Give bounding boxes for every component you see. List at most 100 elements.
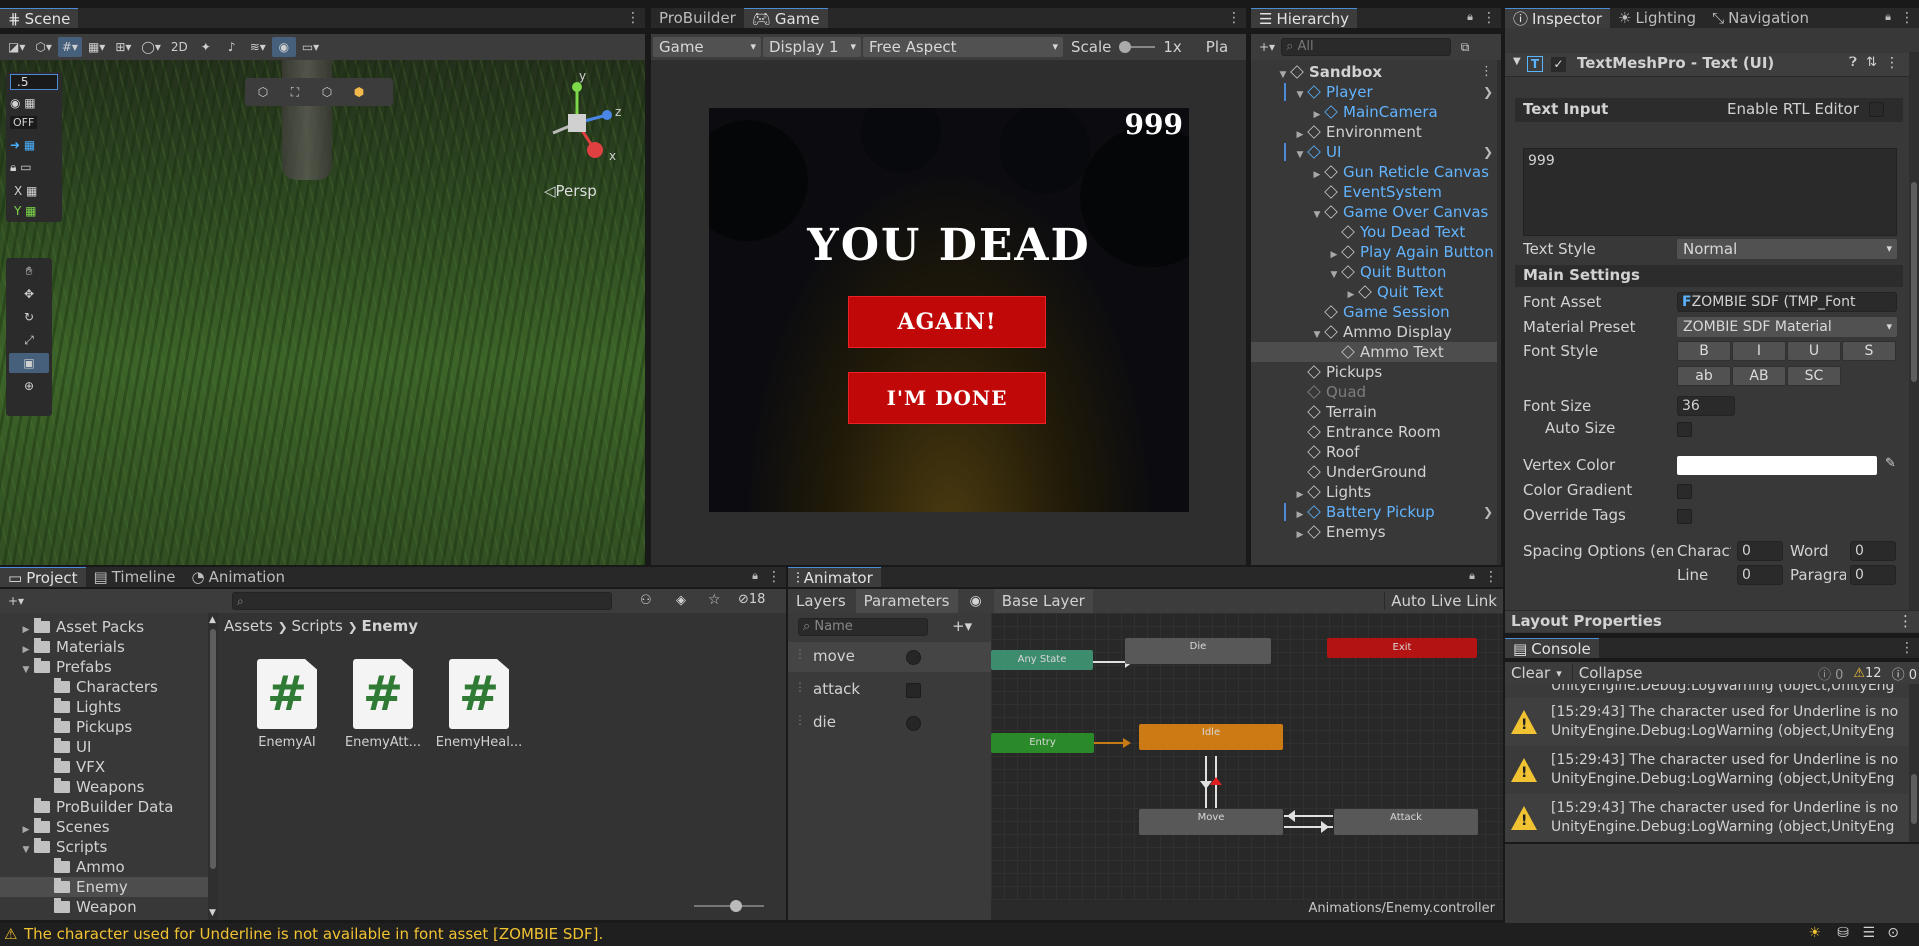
breadcrumb-scripts[interactable]: Scripts	[291, 617, 342, 635]
grid-toggle-button[interactable]: ▦▾	[84, 37, 109, 57]
drag-handle-icon[interactable]: ⋮	[794, 713, 806, 727]
rtl-editor-checkbox[interactable]	[1869, 102, 1884, 117]
aspect-dropdown[interactable]: Free Aspect	[863, 37, 1063, 57]
animator-parameter[interactable]: ⋮ die	[788, 708, 991, 738]
hierarchy-lock-icon[interactable]: 🔒︎	[1467, 10, 1473, 24]
animator-lock-icon[interactable]: 🔒︎	[1469, 569, 1475, 583]
hierarchy-item[interactable]: Game Session	[1251, 302, 1501, 322]
component-menu-icon[interactable]: ⋮	[1885, 55, 1899, 71]
trigger-checkbox[interactable]	[906, 683, 921, 698]
console-menu-icon[interactable]: ⋮	[1900, 640, 1914, 656]
face-mode-icon[interactable]: ⬢	[347, 82, 371, 102]
hierarchy-item[interactable]: Roof	[1251, 442, 1501, 462]
hand-tool-icon[interactable]: ✋︎	[9, 261, 49, 281]
breadcrumb-assets[interactable]: Assets	[224, 617, 273, 635]
icon-size-slider-thumb[interactable]	[730, 900, 742, 912]
move-snap-icon[interactable]: ➜ ▦	[10, 138, 35, 152]
open-prefab-icon[interactable]: ❯	[1483, 82, 1493, 102]
inspector-lock-icon[interactable]: 🔒︎	[1885, 10, 1891, 24]
favorites-icon[interactable]: ☆	[708, 592, 721, 608]
project-folder-item[interactable]: ▼ Prefabs	[0, 657, 208, 677]
eyedropper-icon[interactable]: ✎	[1885, 456, 1896, 471]
project-folder-item[interactable]: UI	[0, 737, 208, 757]
project-folder-item[interactable]: Ammo	[0, 857, 208, 877]
hierarchy-item[interactable]: EventSystem	[1251, 182, 1501, 202]
debug-icon[interactable]: ☀︎	[1808, 925, 1821, 941]
game-viewport[interactable]: 999 YOU DEAD AGAIN! I'M DONE	[709, 108, 1189, 512]
hierarchy-item[interactable]: ▶ Gun Reticle Canvas	[1251, 162, 1501, 182]
console-entry[interactable]: ! [15:29:43] The character used for Under…	[1505, 746, 1909, 794]
move-tool-icon[interactable]: ✥	[9, 284, 49, 304]
rect-tool-icon[interactable]: ▣	[9, 353, 49, 373]
font-asset-field[interactable]: FZOMBIE SDF (TMP_Font	[1677, 292, 1897, 312]
collapse-button[interactable]: Collapse	[1571, 664, 1649, 682]
text-style-dropdown[interactable]: Normal	[1677, 239, 1897, 259]
play-mode-dropdown[interactable]: Pla	[1206, 38, 1228, 56]
component-header[interactable]: ▼ T ✓ TextMeshPro - Text (UI) ❓︎ ⇅ ⋮	[1505, 53, 1909, 77]
scene-menu-icon[interactable]: ⋮	[1480, 62, 1493, 82]
tab-project[interactable]: ▭ Project	[0, 567, 86, 587]
hierarchy-item[interactable]: ▶ Battery Pickup ❯	[1251, 502, 1501, 522]
game-menu-icon[interactable]: ⋮	[1227, 10, 1241, 26]
cache-server-icon[interactable]: ⛁	[1837, 925, 1849, 941]
hierarchy-menu-icon[interactable]: ⋮	[1482, 10, 1496, 26]
audio-toggle-icon[interactable]: ♪	[220, 37, 244, 57]
bool-radio[interactable]	[906, 650, 921, 665]
display-dropdown[interactable]: Display 1	[763, 37, 861, 57]
paragraph-spacing-field[interactable]: 0	[1850, 565, 1896, 585]
console-entry[interactable]: ! [15:29:43] The character used for Under…	[1505, 698, 1909, 746]
project-lock-icon[interactable]: 🔒︎	[752, 569, 758, 583]
layers-status-icon[interactable]: ☰	[1862, 925, 1875, 941]
check-icon[interactable]: ⊙	[1887, 925, 1899, 941]
off-toggle[interactable]: OFF	[10, 116, 38, 129]
project-create-button[interactable]: +▾	[4, 591, 28, 611]
animator-parameter[interactable]: ⋮ move	[788, 642, 991, 672]
status-message[interactable]: The character used for Underline is not …	[24, 925, 603, 943]
hierarchy-scrollbar[interactable]	[1497, 60, 1501, 565]
smallcaps-button[interactable]: SC	[1787, 366, 1841, 386]
lighting-toggle-icon[interactable]: ✦	[194, 37, 218, 57]
help-icon[interactable]: ❓︎	[1849, 55, 1857, 70]
clear-button[interactable]: Clear	[1507, 664, 1554, 682]
material-preset-dropdown[interactable]: ZOMBIE SDF Material	[1677, 317, 1897, 337]
hierarchy-item[interactable]: ▼ Game Over Canvas	[1251, 202, 1501, 222]
project-folder-item[interactable]: ▶ Materials	[0, 637, 208, 657]
tab-layers[interactable]: Layers	[788, 592, 854, 610]
scroll-up-icon[interactable]: ▲	[209, 615, 216, 625]
line-spacing-field[interactable]: 0	[1737, 565, 1783, 585]
search-options-icon[interactable]: ⧉	[1453, 37, 1477, 57]
text-input-field[interactable]: 999	[1523, 148, 1897, 236]
grid-snap-button[interactable]: #▾	[57, 37, 82, 57]
layout-properties-header[interactable]: Layout Properties ⋮	[1505, 610, 1919, 632]
eye-icon[interactable]: ◉	[960, 593, 992, 609]
visibility-toggle-icon[interactable]: ◉	[271, 37, 296, 57]
hidden-packages-icon[interactable]: ⊘18	[738, 592, 765, 607]
layout-properties-menu-icon[interactable]: ⋮	[1898, 612, 1913, 630]
shading-button[interactable]: ◯▾	[137, 37, 164, 57]
hierarchy-item[interactable]: ▼ Sandbox ⋮	[1251, 62, 1501, 82]
project-folder-item[interactable]: Enemy	[0, 877, 208, 897]
im-done-button[interactable]: I'M DONE	[848, 372, 1046, 424]
console-scrollbar-thumb[interactable]	[1911, 774, 1917, 824]
expand-arrow-right-icon[interactable]: ▶	[1294, 525, 1306, 545]
snap-value-field[interactable]: .5	[10, 74, 58, 90]
project-folder-item[interactable]: Weapons	[0, 777, 208, 797]
script-asset[interactable]: # EnemyHeal...	[434, 659, 524, 759]
state-attack[interactable]: Attack	[1334, 809, 1478, 835]
breadcrumb-enemy[interactable]: Enemy	[361, 617, 418, 635]
tab-navigation[interactable]: ⤡ Navigation	[1704, 8, 1817, 28]
hierarchy-item[interactable]: ▶ MainCamera	[1251, 102, 1501, 122]
project-folder-item[interactable]: VFX	[0, 757, 208, 777]
scene-menu-icon[interactable]: ⋮	[626, 10, 640, 26]
override-tags-checkbox[interactable]	[1677, 509, 1692, 524]
draw-mode-button[interactable]: ◪▾	[4, 37, 29, 57]
increment-snap-button[interactable]: ⊞▾	[111, 37, 135, 57]
hierarchy-item[interactable]: ▶ Quit Text	[1251, 282, 1501, 302]
hierarchy-item[interactable]: UnderGround	[1251, 462, 1501, 482]
uppercase-button[interactable]: AB	[1732, 366, 1786, 386]
hierarchy-item[interactable]: ▼ Quit Button	[1251, 262, 1501, 282]
hierarchy-item[interactable]: You Dead Text	[1251, 222, 1501, 242]
inspector-scrollbar-thumb[interactable]	[1911, 182, 1917, 382]
hierarchy-item[interactable]: Quad	[1251, 382, 1501, 402]
render-mode-button[interactable]: ⬡▾	[31, 37, 56, 57]
